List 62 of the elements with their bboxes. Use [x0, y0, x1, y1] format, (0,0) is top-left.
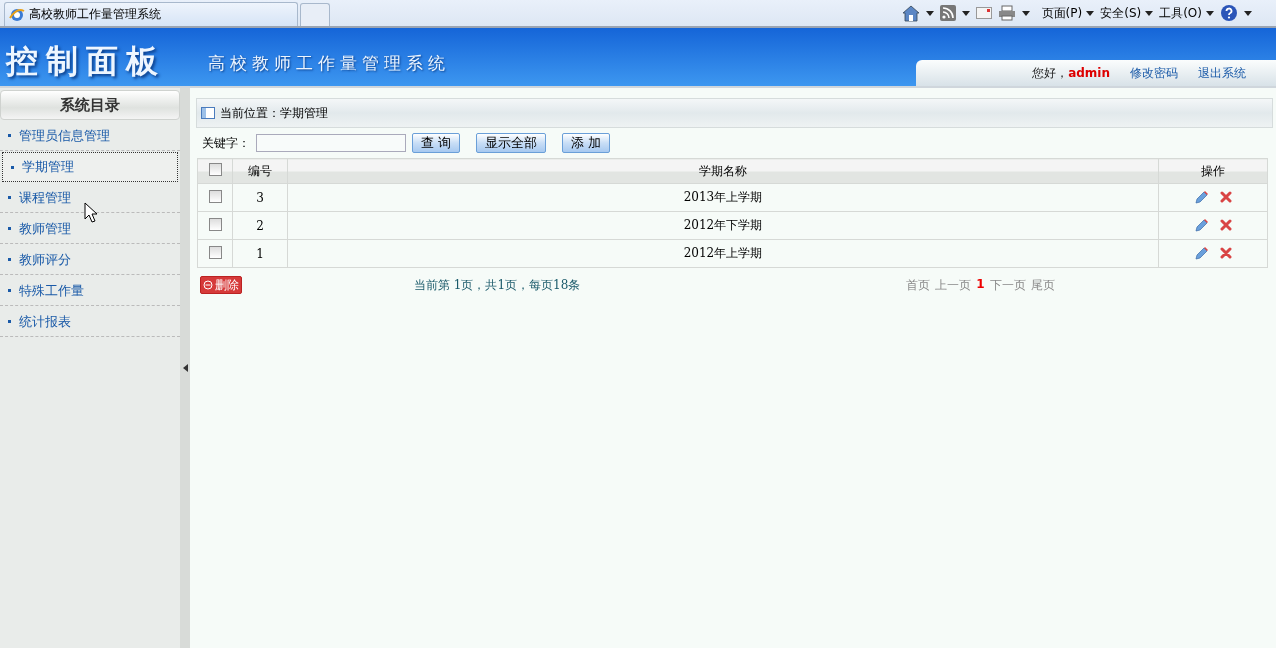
pager-link[interactable]: 下一页 [989, 276, 1026, 294]
delete-x-icon[interactable] [1220, 246, 1232, 259]
home-icon[interactable] [901, 4, 920, 22]
system-title: 高校教师工作量管理系统 [208, 52, 450, 75]
greeting-text: 您好， [1032, 65, 1069, 80]
toolbar-menu[interactable]: 安全(S) [1100, 4, 1154, 22]
search-button[interactable]: 查 询 [412, 133, 461, 153]
toolbar-menu[interactable]: 工具(O) [1159, 4, 1214, 22]
printer-icon[interactable] [997, 5, 1016, 21]
pager-link[interactable]: 1 [976, 276, 985, 294]
tab-title: 高校教师工作量管理系统 [29, 6, 161, 23]
delete-button[interactable]: 删除 [200, 276, 242, 294]
feed-icon[interactable] [939, 5, 956, 21]
column-header: 编号 [232, 158, 288, 184]
checkbox[interactable] [208, 189, 222, 203]
minus-circle-icon [203, 280, 213, 290]
column-header: 学期名称 [287, 158, 1159, 184]
checkbox[interactable] [208, 245, 222, 259]
pencil-icon[interactable] [1194, 190, 1208, 205]
keyword-input[interactable] [256, 134, 406, 152]
pencil-icon[interactable] [1194, 246, 1208, 261]
table-cell: 3 [232, 183, 288, 212]
caret-icon[interactable] [925, 10, 934, 16]
caret-icon[interactable] [961, 10, 970, 16]
username: admin [1068, 65, 1110, 80]
caret-icon [1086, 10, 1095, 16]
help-icon[interactable] [1220, 4, 1238, 22]
page-info: 当前第 1页，共1页，每页18条 [414, 276, 581, 294]
pager-link[interactable]: 尾页 [1030, 276, 1055, 294]
table-cell: 2013年上学期 [287, 183, 1159, 212]
caret-icon [1145, 10, 1154, 16]
table-cell: 2012年下学期 [287, 211, 1159, 240]
keyword-label: 关键字： [202, 134, 250, 152]
column-header: 操作 [1158, 158, 1268, 184]
checkbox[interactable] [208, 217, 222, 231]
table-cell: 2012年上学期 [287, 239, 1159, 268]
pencil-icon[interactable] [1194, 218, 1208, 233]
checkbox[interactable] [208, 163, 222, 176]
table-cell: 2 [232, 211, 288, 240]
sidebar-item[interactable]: 学期管理 [2, 152, 178, 182]
caret-icon [1206, 10, 1214, 16]
show-all-button[interactable]: 显示全部 [476, 133, 547, 153]
mail-icon[interactable] [975, 7, 992, 19]
sidebar-title: 系统目录 [0, 90, 180, 120]
header-link[interactable]: 退出系统 [1198, 64, 1246, 82]
mouse-cursor-icon [84, 202, 98, 224]
breadcrumb-text: 当前位置：学期管理 [220, 104, 328, 122]
panel-icon [201, 107, 215, 119]
toolbar-menu[interactable]: 页面(P) [1041, 4, 1095, 22]
collapse-arrow-icon[interactable] [182, 364, 188, 372]
table-cell: 1 [232, 239, 288, 268]
pager-link[interactable]: 上一页 [935, 276, 972, 294]
caret-icon[interactable] [1021, 10, 1030, 16]
add-button[interactable]: 添 加 [562, 133, 611, 153]
pager-link[interactable]: 首页 [906, 276, 931, 294]
caret-icon[interactable] [1244, 10, 1252, 16]
app-logo-title: 控制面板 [4, 41, 166, 82]
header-link[interactable]: 修改密码 [1130, 64, 1178, 82]
delete-x-icon[interactable] [1220, 218, 1232, 231]
browser-tab[interactable]: 高校教师工作量管理系统 [4, 2, 298, 26]
delete-x-icon[interactable] [1220, 190, 1232, 203]
browser-logo-icon [9, 6, 25, 23]
